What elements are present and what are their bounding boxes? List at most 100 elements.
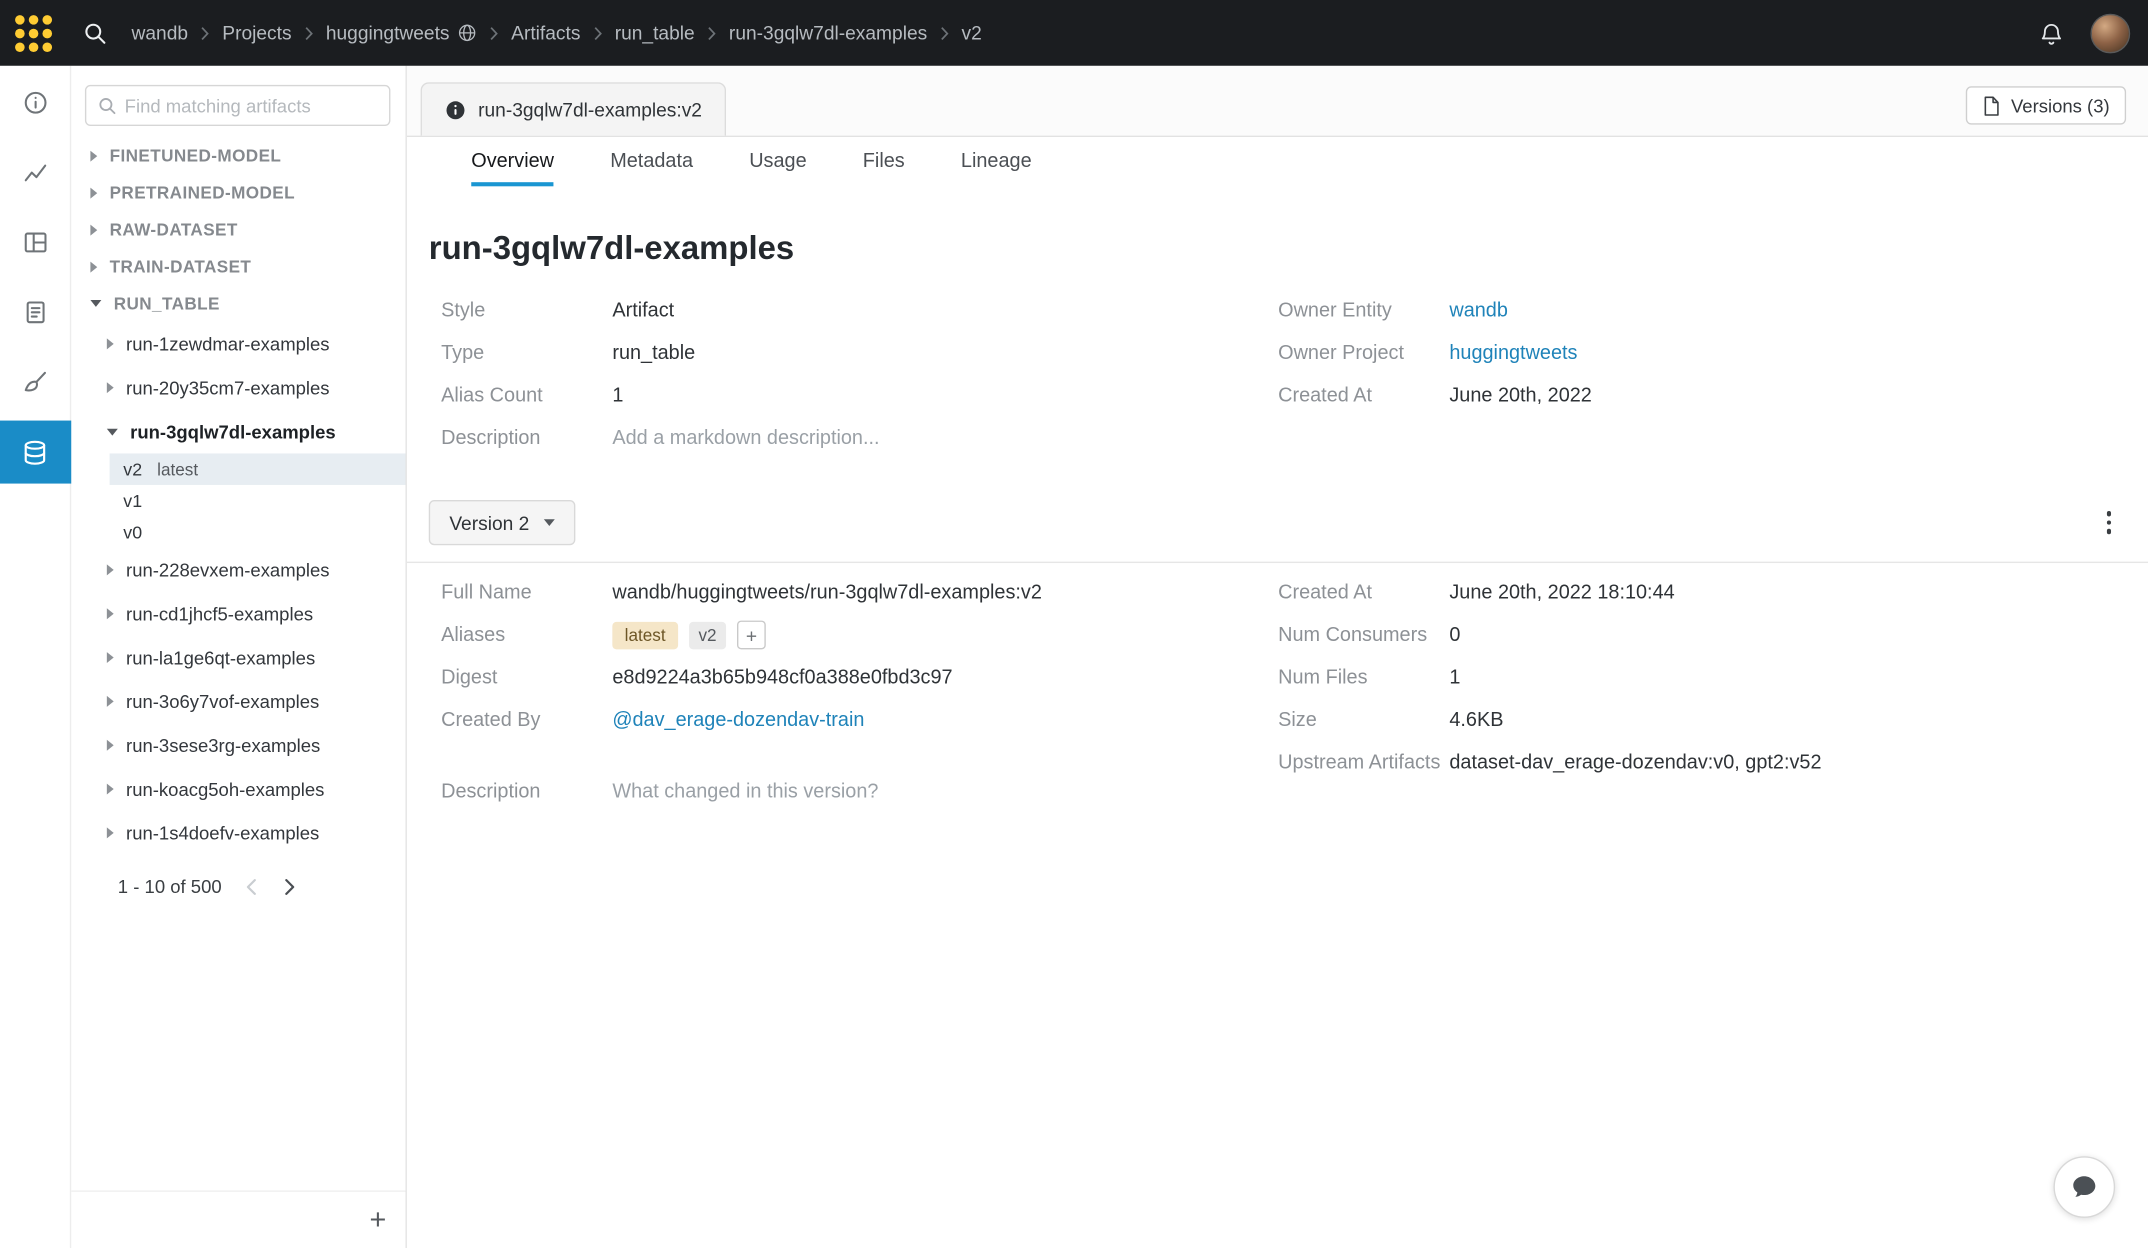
artifact-tree: FINETUNED-MODEL PRETRAINED-MODEL RAW-DAT…	[71, 137, 405, 1190]
tab-lineage[interactable]: Lineage	[961, 137, 1032, 186]
tree-category-pretrained-model[interactable]: PRETRAINED-MODEL	[71, 174, 405, 211]
version-select-dropdown[interactable]: Version 2	[429, 500, 576, 545]
description-placeholder[interactable]: Add a markdown description...	[612, 427, 879, 449]
left-icon-rail	[0, 66, 71, 1248]
tree-run-item[interactable]: run-1s4doefv-examples	[71, 811, 405, 855]
tree-category-run-table[interactable]: RUN_TABLE	[71, 285, 405, 322]
run-label: run-228evxem-examples	[126, 560, 330, 581]
page-title: run-3gqlw7dl-examples	[429, 229, 2148, 270]
line-chart-icon	[21, 159, 48, 186]
version-label: v2	[123, 459, 142, 480]
tree-run-item[interactable]: run-la1ge6qt-examples	[71, 636, 405, 680]
tree-run-item[interactable]: run-228evxem-examples	[71, 548, 405, 592]
field-num-consumers: Num Consumers 0	[1278, 614, 2148, 656]
pagination-prev-icon[interactable]	[242, 875, 260, 898]
caret-right-icon	[107, 696, 114, 707]
tree-version-v2[interactable]: v2 latest	[110, 453, 406, 485]
breadcrumb-separator-icon	[707, 25, 717, 40]
field-label: Full Name	[441, 582, 612, 604]
version-label: v1	[123, 490, 142, 511]
breadcrumb-separator-icon	[593, 25, 603, 40]
detail-tabs: Overview Metadata Usage Files Lineage	[407, 137, 2148, 186]
report-icon	[21, 299, 48, 326]
tree-run-item[interactable]: run-koacg5oh-examples	[71, 767, 405, 811]
caret-down-icon	[107, 428, 118, 435]
tab-metadata[interactable]: Metadata	[610, 137, 693, 186]
rail-item-panels[interactable]	[0, 211, 71, 274]
tree-version-v1[interactable]: v1	[110, 485, 406, 517]
breadcrumb-item-version[interactable]: v2	[961, 22, 981, 44]
field-type: Type run_table	[441, 332, 1278, 374]
artifact-main: run-3gqlw7dl-examples:v2 Versions (3) Ov…	[407, 66, 2148, 1248]
created-by-link[interactable]: @dav_erage-dozendav-train	[612, 709, 864, 731]
tree-run-item[interactable]: run-3sese3rg-examples	[71, 723, 405, 767]
run-label: run-koacg5oh-examples	[126, 779, 324, 800]
caret-down-icon	[90, 300, 101, 307]
versions-button[interactable]: Versions (3)	[1966, 86, 2126, 124]
broom-icon	[21, 369, 48, 396]
field-value: 0	[1449, 624, 1460, 646]
overflow-menu-icon[interactable]	[2099, 504, 2117, 540]
field-value: June 20th, 2022	[1449, 384, 1591, 406]
field-value: 1	[612, 384, 623, 406]
add-alias-button[interactable]: +	[737, 621, 766, 650]
artifact-search-input[interactable]	[125, 95, 378, 116]
artifact-sidebar: FINETUNED-MODEL PRETRAINED-MODEL RAW-DAT…	[71, 66, 407, 1248]
tree-category-raw-dataset[interactable]: RAW-DATASET	[71, 211, 405, 248]
rail-item-sweeps[interactable]	[0, 351, 71, 414]
breadcrumb-item-projects[interactable]: Projects	[222, 22, 291, 44]
notifications-bell-icon[interactable]	[2038, 20, 2064, 46]
user-avatar[interactable]	[2090, 13, 2130, 53]
tree-version-v0[interactable]: v0	[110, 516, 406, 548]
tree-run-item[interactable]: run-3o6y7vof-examples	[71, 679, 405, 723]
tab-usage[interactable]: Usage	[749, 137, 806, 186]
field-label: Style	[441, 299, 612, 321]
field-label: Size	[1278, 709, 1449, 731]
field-size: Size 4.6KB	[1278, 699, 2148, 741]
artifact-search-box	[85, 85, 390, 126]
field-num-files: Num Files 1	[1278, 656, 2148, 698]
tab-overview[interactable]: Overview	[471, 137, 554, 186]
tree-run-item-expanded[interactable]: run-3gqlw7dl-examples	[71, 410, 405, 454]
field-label: Type	[441, 342, 612, 364]
field-label: Alias Count	[441, 384, 612, 406]
rail-item-charts[interactable]	[0, 141, 71, 204]
tree-run-item[interactable]: run-cd1jhcf5-examples	[71, 592, 405, 636]
breadcrumb-separator-icon	[940, 25, 950, 40]
run-label: run-1zewdmar-examples	[126, 334, 330, 355]
artifact-version-tab[interactable]: run-3gqlw7dl-examples:v2	[421, 82, 727, 135]
field-digest: Digest e8d9224a3b65b948cf0a388e0fbd3c97	[441, 656, 1278, 698]
help-chat-button[interactable]	[2053, 1156, 2115, 1218]
tree-category-finetuned-model[interactable]: FINETUNED-MODEL	[71, 137, 405, 174]
owner-project-link[interactable]: huggingtweets	[1449, 342, 1577, 364]
topbar: wandb Projects huggingtweets Artifacts r…	[0, 0, 2148, 66]
breadcrumb-separator-icon	[304, 25, 314, 40]
breadcrumb-item-artifacts[interactable]: Artifacts	[511, 22, 580, 44]
sidebar-footer: +	[71, 1190, 405, 1248]
tree-run-item[interactable]: run-20y35cm7-examples	[71, 366, 405, 410]
digest-value: e8d9224a3b65b948cf0a388e0fbd3c97	[612, 666, 952, 688]
field-value: Artifact	[612, 299, 674, 321]
tab-title: run-3gqlw7dl-examples:v2	[478, 99, 702, 121]
add-artifact-button[interactable]: +	[370, 1206, 387, 1235]
tab-files[interactable]: Files	[863, 137, 905, 186]
category-label: TRAIN-DATASET	[110, 257, 252, 276]
version-description-placeholder[interactable]: What changed in this version?	[612, 780, 878, 802]
field-label: Created By	[441, 709, 612, 731]
wandb-logo[interactable]	[15, 14, 52, 51]
search-icon[interactable]	[71, 10, 118, 57]
breadcrumb-item-type[interactable]: run_table	[615, 22, 695, 44]
field-label: Num Files	[1278, 666, 1449, 688]
breadcrumb-item-entity[interactable]: wandb	[132, 22, 189, 44]
tree-run-item[interactable]: run-1zewdmar-examples	[71, 322, 405, 366]
rail-item-reports[interactable]	[0, 281, 71, 344]
breadcrumb-item-artifact[interactable]: run-3gqlw7dl-examples	[729, 22, 927, 44]
owner-entity-link[interactable]: wandb	[1449, 299, 1508, 321]
rail-item-info[interactable]	[0, 71, 71, 134]
rail-item-artifacts[interactable]	[0, 421, 71, 484]
database-icon	[21, 438, 50, 467]
tree-category-train-dataset[interactable]: TRAIN-DATASET	[71, 248, 405, 285]
breadcrumb-item-project[interactable]: huggingtweets	[326, 22, 450, 44]
pagination-next-icon[interactable]	[281, 875, 299, 898]
artifact-fields: Style Artifact Type run_table Alias Coun…	[407, 289, 2148, 459]
